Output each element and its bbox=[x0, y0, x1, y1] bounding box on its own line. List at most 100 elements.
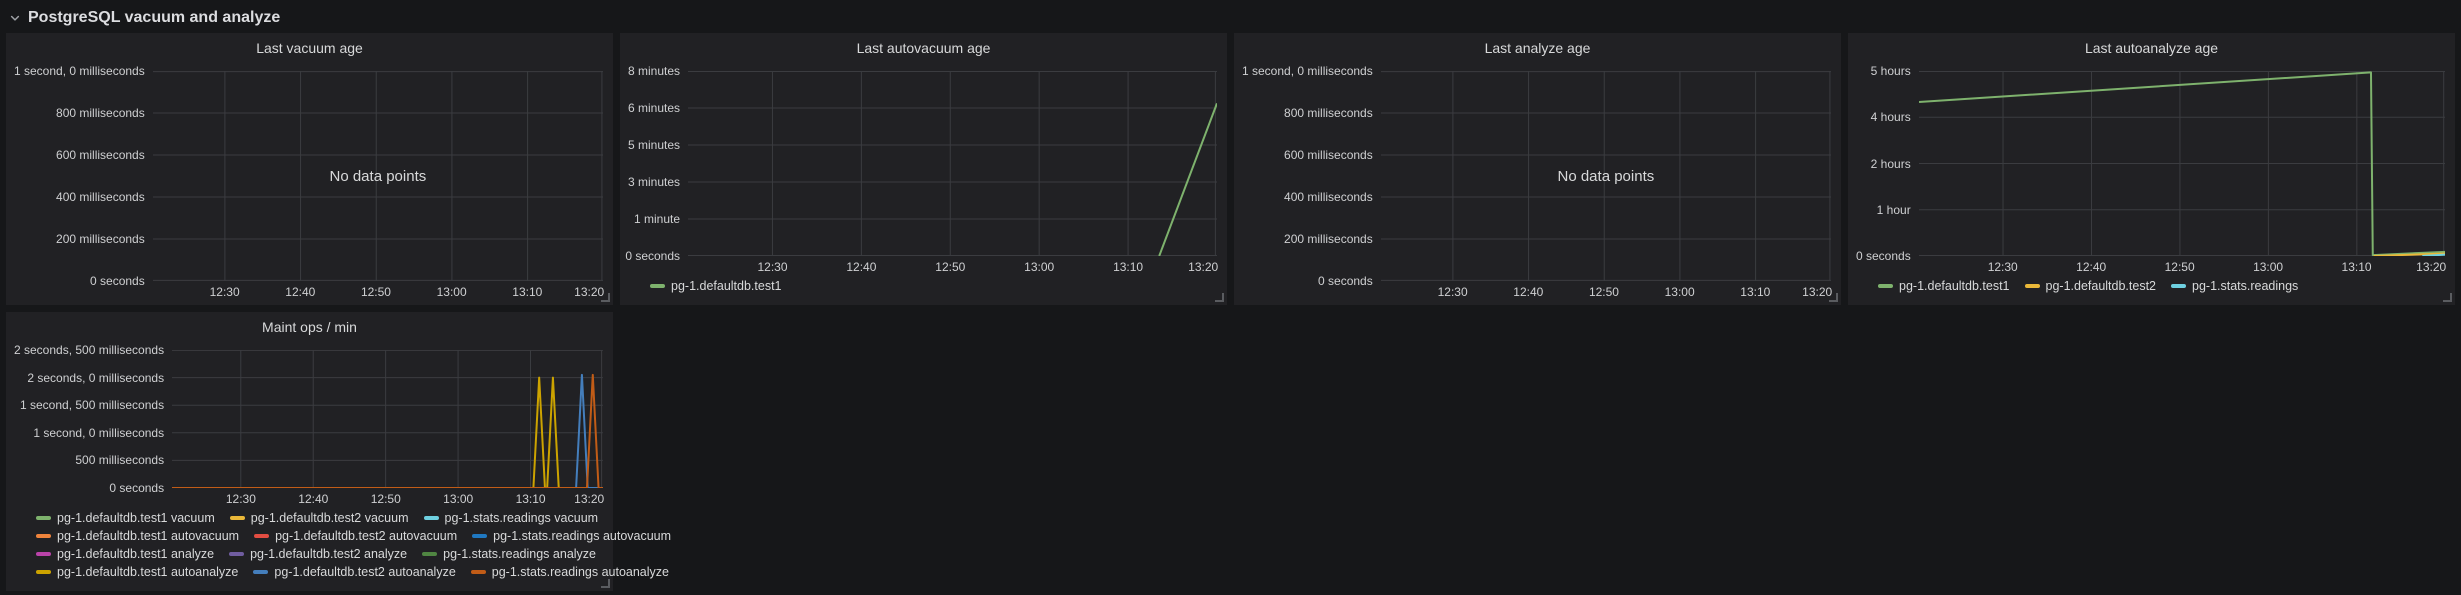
y-axis: 0 seconds5 hours4 hours2 hours1 hour0 se… bbox=[1856, 71, 1919, 256]
legend-row: pg-1.defaultdb.test1 vacuum pg-1.defaultd… bbox=[36, 509, 605, 527]
resize-corner-icon[interactable] bbox=[1829, 293, 1838, 302]
legend-item[interactable]: pg-1.defaultdb.test2 analyze bbox=[229, 545, 407, 563]
plot-area[interactable] bbox=[688, 71, 1217, 256]
resize-corner-icon[interactable] bbox=[601, 293, 610, 302]
chart-area: 0 seconds5 hours4 hours2 hours1 hour0 se… bbox=[1848, 62, 2455, 276]
panel-title[interactable]: Maint ops / min bbox=[6, 312, 613, 341]
legend-item[interactable]: pg-1.defaultdb.test2 autovacuum bbox=[254, 527, 457, 545]
x-tick-label: 13:10 bbox=[512, 285, 542, 299]
resize-corner-icon[interactable] bbox=[2443, 293, 2452, 302]
chart-plot bbox=[1919, 71, 2445, 256]
y-tick-label: 0 seconds bbox=[1856, 249, 1911, 263]
legend-label: pg-1.defaultdb.test1 analyze bbox=[57, 545, 214, 563]
x-axis: 12:3012:4012:5013:0013:1013:20 bbox=[688, 260, 1217, 276]
legend-item[interactable]: pg-1.defaultdb.test1 bbox=[1878, 277, 2010, 295]
row-header[interactable]: PostgreSQL vacuum and analyze bbox=[0, 0, 2461, 30]
y-tick-label: 200 milliseconds bbox=[56, 232, 145, 246]
y-axis: 1 second, 0 milliseconds1 second, 0 mill… bbox=[14, 71, 153, 281]
legend-label: pg-1.defaultdb.test2 vacuum bbox=[251, 509, 409, 527]
series-line-2 bbox=[2422, 255, 2445, 256]
dashboard: PostgreSQL vacuum and analyze Last vacuu… bbox=[0, 0, 2461, 591]
x-tick-label: 12:40 bbox=[2076, 260, 2106, 274]
panel-last-analyze-age: Last analyze age1 second, 0 milliseconds… bbox=[1234, 33, 1841, 305]
chart-plot bbox=[688, 71, 1217, 256]
legend: pg-1.defaultdb.test1 bbox=[620, 276, 1227, 301]
y-tick-label: 1 second, 500 milliseconds bbox=[20, 398, 164, 412]
y-tick-label: 2 seconds, 500 milliseconds bbox=[14, 343, 164, 357]
y-axis: 8 minutes8 minutes6 minutes5 minutes3 mi… bbox=[628, 71, 688, 256]
x-tick-label: 12:50 bbox=[935, 260, 965, 274]
y-tick-label: 1 hour bbox=[1877, 203, 1911, 217]
x-tick-label: 13:20 bbox=[574, 492, 604, 506]
legend-label: pg-1.defaultdb.test2 bbox=[2046, 277, 2157, 295]
legend-item[interactable]: pg-1.stats.readings autoanalyze bbox=[471, 563, 669, 581]
legend-color-marker bbox=[2025, 284, 2040, 288]
panel-title[interactable]: Last autoanalyze age bbox=[1848, 33, 2455, 62]
panel-last-autovacuum-age: Last autovacuum age 8 minutes8 minutes6 m… bbox=[620, 33, 1227, 305]
chart-area: 8 minutes8 minutes6 minutes5 minutes3 mi… bbox=[620, 62, 1227, 276]
x-axis: 12:3012:4012:5013:0013:1013:20 bbox=[1919, 260, 2445, 276]
legend-color-marker bbox=[36, 516, 51, 520]
x-tick-label: 12:30 bbox=[226, 492, 256, 506]
legend-label: pg-1.defaultdb.test1 bbox=[671, 277, 782, 295]
y-tick-label: 2 seconds, 0 milliseconds bbox=[27, 371, 164, 385]
legend-color-marker bbox=[1878, 284, 1893, 288]
legend-label: pg-1.defaultdb.test1 autoanalyze bbox=[57, 563, 238, 581]
legend-label: pg-1.stats.readings bbox=[2192, 277, 2298, 295]
legend-label: pg-1.defaultdb.test1 autovacuum bbox=[57, 527, 239, 545]
legend-color-marker bbox=[230, 516, 245, 520]
legend-color-marker bbox=[36, 534, 51, 538]
x-tick-label: 13:10 bbox=[2342, 260, 2372, 274]
legend-item[interactable]: pg-1.defaultdb.test1 autoanalyze bbox=[36, 563, 238, 581]
legend-item[interactable]: pg-1.stats.readings bbox=[2171, 277, 2298, 295]
chevron-down-icon[interactable] bbox=[9, 12, 21, 24]
legend-item[interactable]: pg-1.stats.readings autovacuum bbox=[472, 527, 671, 545]
x-tick-label: 13:00 bbox=[2253, 260, 2283, 274]
panel-maint-ops-min: Maint ops / min 2 seconds, 500 millisecon… bbox=[6, 312, 613, 591]
legend-item[interactable]: pg-1.defaultdb.test2 autoanalyze bbox=[253, 563, 455, 581]
legend-item[interactable]: pg-1.defaultdb.test2 bbox=[2025, 277, 2157, 295]
legend-color-marker bbox=[36, 552, 51, 556]
y-tick-label: 500 milliseconds bbox=[75, 453, 164, 467]
legend-color-marker bbox=[254, 534, 269, 538]
legend-label: pg-1.stats.readings autovacuum bbox=[493, 527, 671, 545]
panel-row-2: Maint ops / min 2 seconds, 500 millisecon… bbox=[6, 312, 2455, 591]
panel-title[interactable]: Last analyze age bbox=[1234, 33, 1841, 62]
legend-item[interactable]: pg-1.defaultdb.test1 vacuum bbox=[36, 509, 215, 527]
plot-area[interactable] bbox=[1919, 71, 2445, 256]
resize-corner-icon[interactable] bbox=[1215, 293, 1224, 302]
y-tick-label: 800 milliseconds bbox=[1284, 106, 1373, 120]
plot-area[interactable] bbox=[172, 350, 603, 488]
plot-area[interactable]: No data points bbox=[153, 71, 603, 281]
legend-item[interactable]: pg-1.stats.readings analyze bbox=[422, 545, 596, 563]
x-tick-label: 13:20 bbox=[1802, 285, 1832, 299]
legend-item[interactable]: pg-1.stats.readings vacuum bbox=[424, 509, 599, 527]
y-tick-label: 0 seconds bbox=[90, 274, 145, 288]
plot-area[interactable]: No data points bbox=[1381, 71, 1831, 281]
legend: pg-1.defaultdb.test1 vacuumpg-1.defaultd… bbox=[6, 508, 613, 587]
x-tick-label: 13:00 bbox=[1665, 285, 1695, 299]
chart-plot bbox=[1381, 71, 1831, 281]
legend-item[interactable]: pg-1.defaultdb.test1 autovacuum bbox=[36, 527, 239, 545]
legend-item[interactable]: pg-1.defaultdb.test1 bbox=[650, 277, 782, 295]
y-tick-label: 5 hours bbox=[1871, 64, 1911, 78]
x-tick-label: 13:20 bbox=[574, 285, 604, 299]
x-tick-label: 12:40 bbox=[298, 492, 328, 506]
chart-area: 1 second, 0 milliseconds1 second, 0 mill… bbox=[1234, 62, 1841, 301]
legend-label: pg-1.defaultdb.test1 bbox=[1899, 277, 2010, 295]
panel-last-vacuum-age: Last vacuum age 1 second, 0 milliseconds1… bbox=[6, 33, 613, 305]
x-tick-label: 13:10 bbox=[516, 492, 546, 506]
legend-row: pg-1.defaultdb.test1 autovacuum pg-1.defa… bbox=[36, 527, 605, 545]
legend-item[interactable]: pg-1.defaultdb.test2 vacuum bbox=[230, 509, 409, 527]
panel-title[interactable]: Last vacuum age bbox=[6, 33, 613, 62]
legend-label: pg-1.defaultdb.test2 autovacuum bbox=[275, 527, 457, 545]
legend-label: pg-1.stats.readings analyze bbox=[443, 545, 596, 563]
panel-title[interactable]: Last autovacuum age bbox=[620, 33, 1227, 62]
y-tick-label: 200 milliseconds bbox=[1284, 232, 1373, 246]
legend-label: pg-1.defaultdb.test2 autoanalyze bbox=[274, 563, 455, 581]
legend-item[interactable]: pg-1.defaultdb.test1 analyze bbox=[36, 545, 214, 563]
resize-corner-icon[interactable] bbox=[601, 579, 610, 588]
y-tick-label: 400 milliseconds bbox=[56, 190, 145, 204]
legend-color-marker bbox=[650, 284, 665, 288]
y-tick-label: 600 milliseconds bbox=[56, 148, 145, 162]
